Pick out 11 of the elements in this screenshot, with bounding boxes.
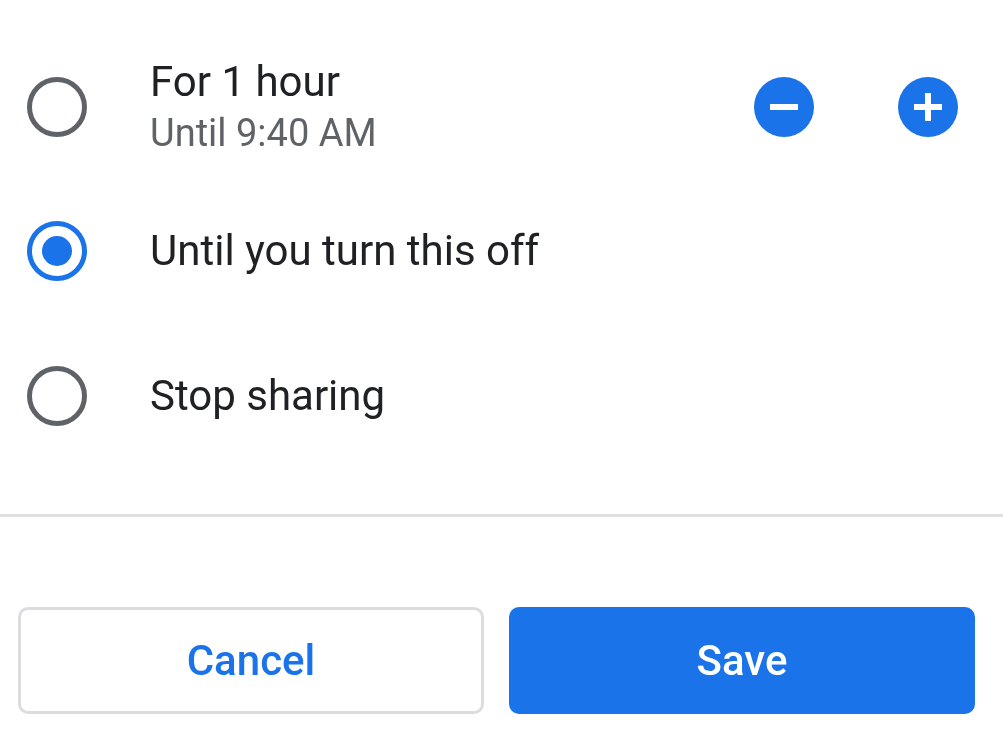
option-sublabel: Until 9:40 AM	[150, 110, 378, 157]
minus-icon[interactable]	[754, 77, 814, 137]
radio-button[interactable]	[27, 221, 87, 281]
cancel-button[interactable]: Cancel	[18, 607, 484, 714]
option-label: Until you turn this off	[150, 225, 541, 277]
plus-icon[interactable]	[898, 77, 958, 137]
save-button[interactable]: Save	[509, 607, 975, 714]
radio-button[interactable]	[27, 366, 87, 426]
radio-button[interactable]	[27, 77, 87, 137]
option-label: For 1 hour	[150, 56, 341, 108]
option-label: Stop sharing	[150, 370, 387, 422]
